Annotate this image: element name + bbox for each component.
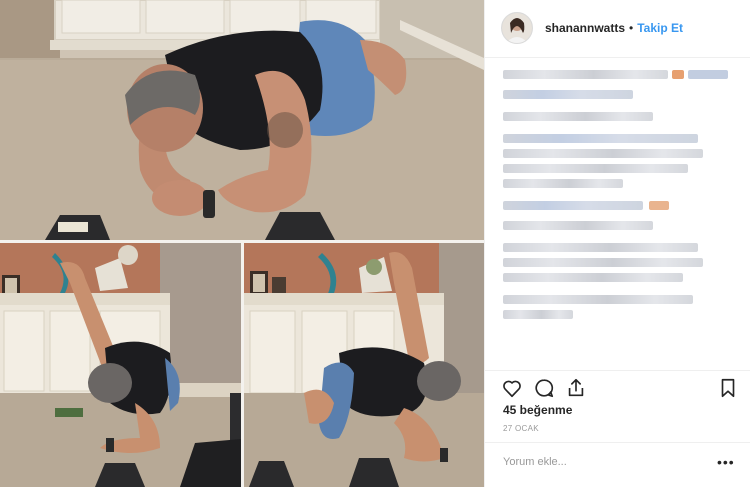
post-date: 27 OCAK (503, 424, 539, 433)
follow-button[interactable]: Takip Et (637, 21, 683, 35)
like-count[interactable]: 45 beğenme (503, 403, 572, 417)
bookmark-icon[interactable] (717, 377, 739, 399)
caption-blurred (503, 70, 733, 325)
blurred-text (503, 70, 668, 79)
action-bar (485, 370, 750, 402)
photo-panel-stretch-left (0, 243, 241, 487)
avatar[interactable] (501, 12, 533, 44)
blurred-text (503, 179, 623, 188)
photo-panel-plank (0, 0, 484, 240)
comment-bar: Yorum ekle... ••• (485, 442, 750, 487)
blurred-text (503, 258, 703, 267)
comment-icon[interactable] (533, 377, 555, 399)
share-icon[interactable] (565, 377, 587, 399)
blurred-emoji (672, 70, 684, 79)
blurred-text (503, 201, 643, 210)
blurred-text (503, 295, 693, 304)
blurred-text (503, 243, 698, 252)
photo-panel-stretch-right (244, 243, 484, 487)
post-author: shanannwatts • Takip Et (545, 21, 683, 35)
blurred-text (503, 134, 698, 143)
more-options-icon[interactable]: ••• (717, 455, 735, 469)
blurred-text (503, 221, 653, 230)
post-sidebar: shanannwatts • Takip Et 45 beğenme 27 OC… (484, 0, 750, 487)
post-photo[interactable] (0, 0, 484, 487)
blurred-text (503, 90, 633, 99)
blurred-emoji (649, 201, 669, 210)
blurred-text (503, 112, 653, 121)
blurred-text (503, 164, 688, 173)
blurred-text (503, 310, 573, 319)
separator-dot: • (629, 21, 634, 35)
heart-icon[interactable] (501, 377, 523, 399)
comment-input[interactable]: Yorum ekle... (503, 456, 567, 468)
blurred-text (503, 273, 683, 282)
username-link[interactable]: shanannwatts (545, 21, 625, 35)
blurred-text (503, 149, 703, 158)
blurred-link (688, 70, 728, 79)
post-header: shanannwatts • Takip Et (485, 0, 750, 58)
